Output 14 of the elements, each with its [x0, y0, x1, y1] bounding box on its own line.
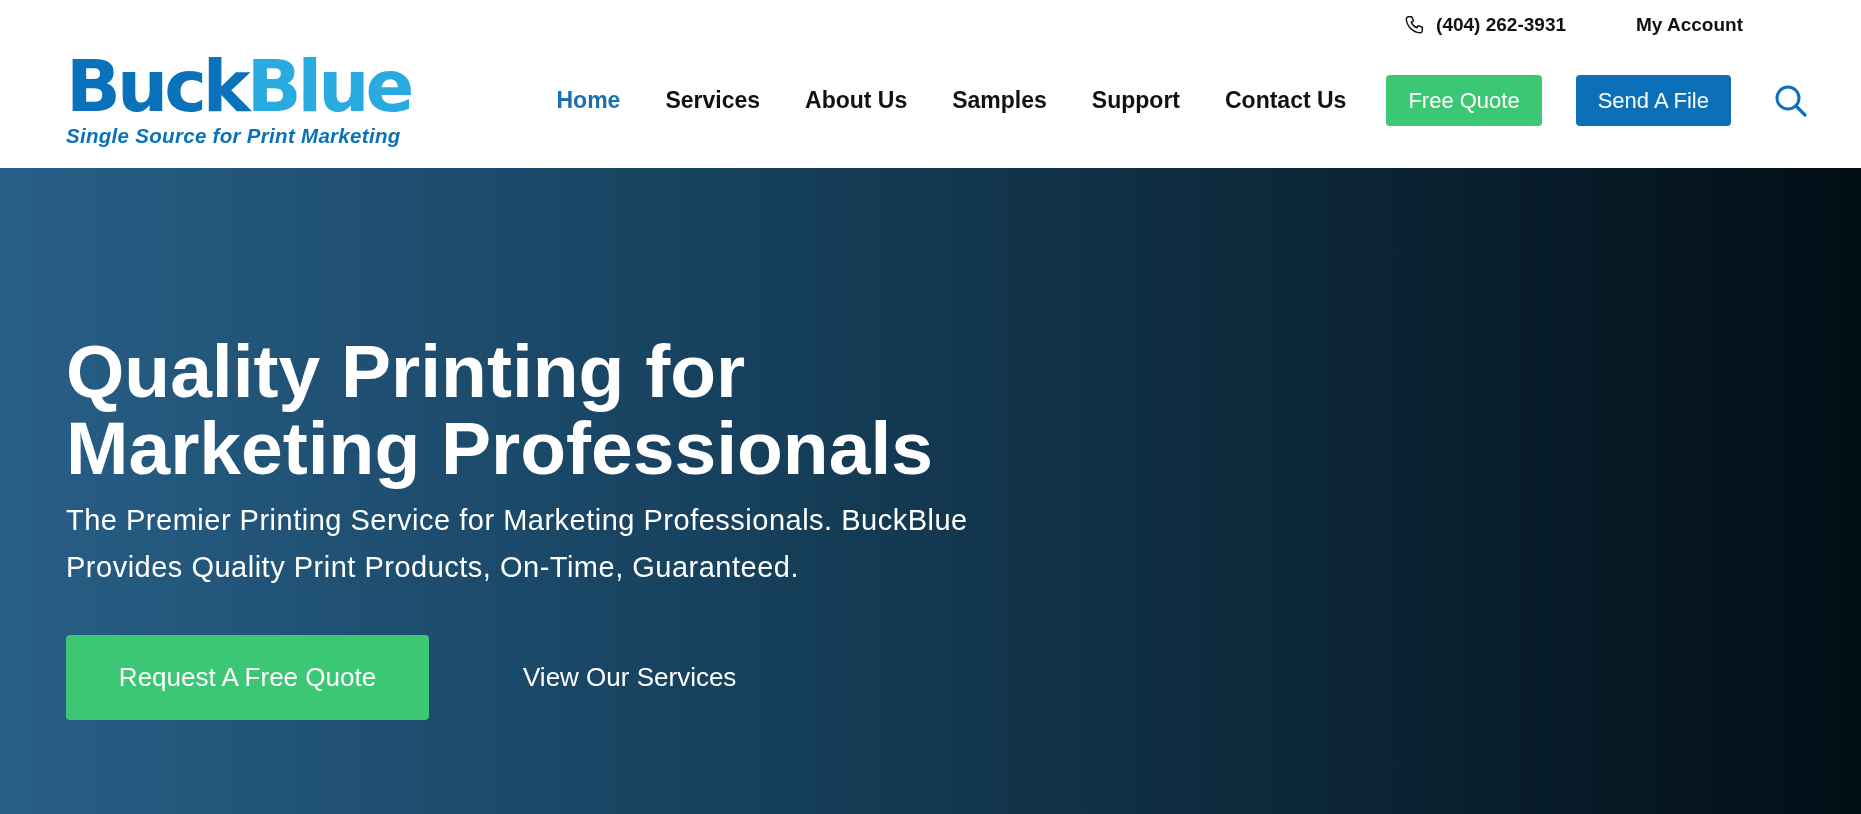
nav-link[interactable]: Samples [952, 87, 1047, 114]
phone-link[interactable]: (404) 262-3931 [1436, 14, 1567, 36]
logo-tagline: Single Source for Print Marketing [66, 124, 402, 148]
nav-link[interactable]: About Us [805, 87, 908, 114]
nav-link[interactable]: Contact Us [1225, 87, 1347, 114]
nav-link[interactable]: Home [556, 87, 621, 114]
nav-link[interactable]: Services [665, 87, 760, 114]
nav-link[interactable]: Support [1091, 87, 1180, 114]
view-services-link[interactable]: View Our Services [523, 662, 737, 693]
logo-wordmark[interactable]: BuckBlue [66, 50, 411, 122]
my-account-link[interactable]: My Account [1636, 14, 1743, 36]
send-file-button[interactable]: Send A File [1575, 75, 1731, 126]
hero-subtitle: The Premier Printing Service for Marketing Professionals. BuckBlue Provides Quality Print Products, On-Time, Guaranteed. [66, 503, 969, 585]
hero-title: Quality Printing for Marketing Professionals [66, 333, 934, 487]
